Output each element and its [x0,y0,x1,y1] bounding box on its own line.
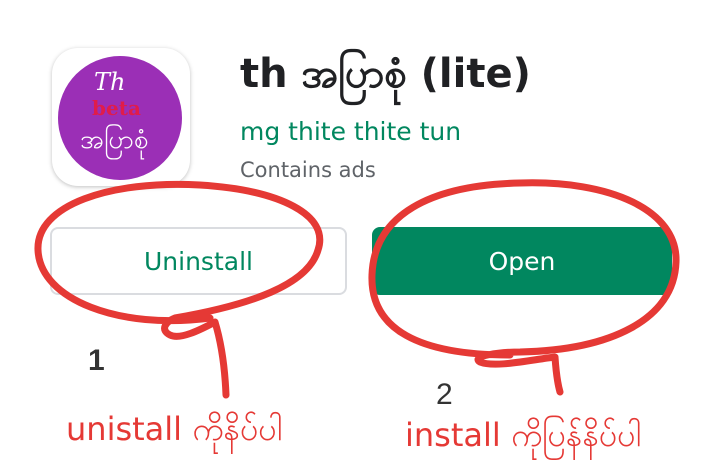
contains-ads-label: Contains ads [240,158,376,182]
annotation-note-install: install ကိုပြန်နိပ်ပါ [405,416,642,454]
app-icon: Th beta အပြာစုံ [52,48,190,186]
annotation-note-uninstall: unistall ကိုနိပ်ပါ [66,410,283,448]
open-button[interactable]: Open [372,227,672,295]
uninstall-button-label: Uninstall [144,246,253,276]
icon-text-myanmar: အပြာစုံ [80,125,149,155]
icon-text-beta: beta [92,96,141,120]
developer-link[interactable]: mg thite thite tun [240,117,461,146]
uninstall-button[interactable]: Uninstall [50,227,347,295]
app-title: th အပြာစုံ (lite) [240,51,531,97]
marker-1: 1 [88,344,105,377]
icon-text-th: Th [94,68,126,96]
marker-2: 2 [436,378,453,411]
open-button-label: Open [488,246,556,276]
app-icon-circle: Th beta အပြာစုံ [58,56,182,180]
